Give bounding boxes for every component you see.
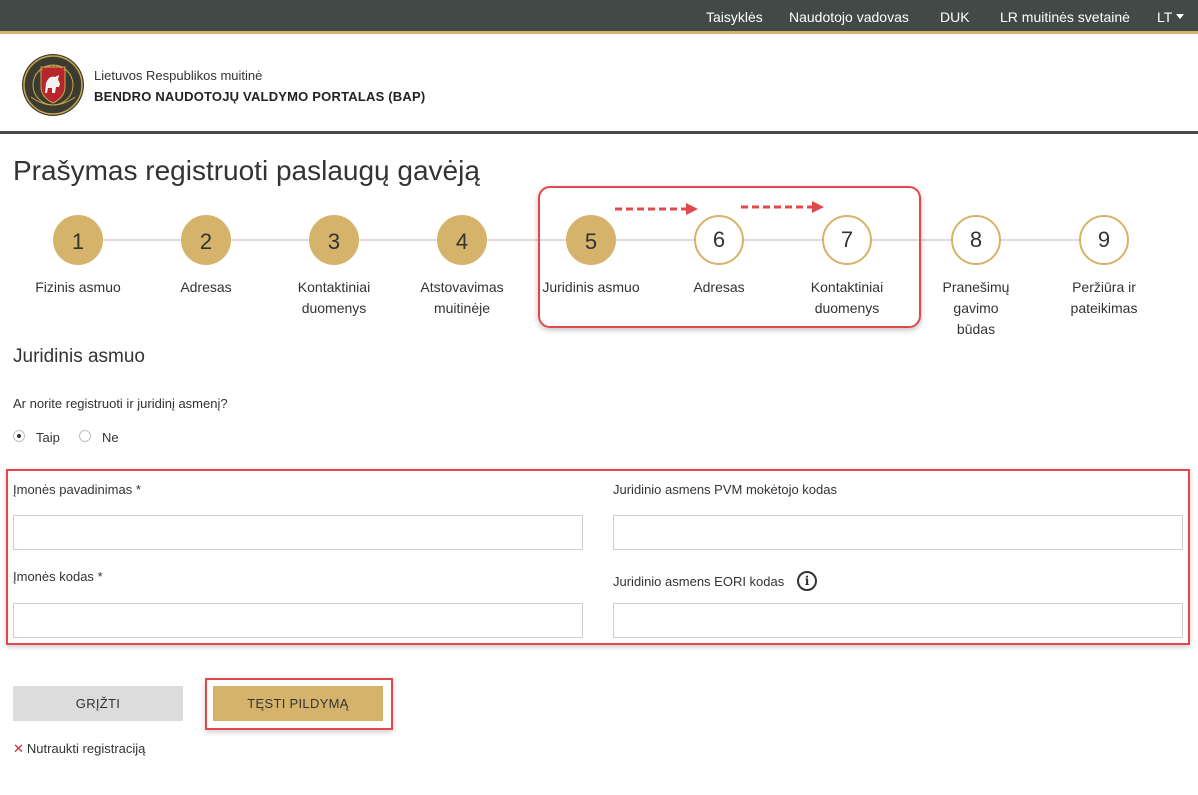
cancel-registration-link[interactable]: ✕ Nutraukti registraciją [13,741,145,757]
nav-link-rules[interactable]: Taisyklės [706,9,763,25]
required-marker: * [135,482,141,497]
required-marker: * [97,569,103,584]
top-navigation-bar: Taisyklės Naudotojo vadovas DUK LR muiti… [0,0,1198,34]
lithuanian-customs-emblem-icon[interactable] [21,53,85,117]
company-code-label: Įmonės kodas * [13,569,103,584]
step-9-label: Peržiūra ir pateikimas [1070,279,1138,316]
steps-highlight-annotation [538,186,921,328]
language-label: LT [1157,9,1173,25]
step-4-label: Atstovavimas muitinėje [420,279,504,316]
organization-name: Lietuvos Respublikos muitinė [94,68,263,83]
eori-code-label: Juridinio asmens EORI kodas [613,574,785,589]
page-title: Prašymas registruoti paslaugų gavėją [13,155,480,186]
radio-no-label[interactable]: Ne [102,430,119,445]
portal-header: Lietuvos Respublikos muitinė BENDRO NAUD… [0,37,1198,134]
company-name-input[interactable] [13,515,583,550]
step-3-label: Kontaktiniai duomenys [297,279,371,316]
section-title: Juridinis asmuo [13,346,145,367]
nav-link-user-guide[interactable]: Naudotojo vadovas [789,9,909,25]
chevron-down-icon [1176,14,1185,19]
info-icon[interactable]: i [797,571,817,591]
radio-no[interactable] [79,430,91,442]
close-icon: ✕ [13,741,24,756]
back-button[interactable]: GRĮŽTI [13,686,183,721]
nav-link-customs-website[interactable]: LR muitinės svetainė [1000,9,1130,25]
radio-yes[interactable] [13,430,25,442]
nav-link-faq[interactable]: DUK [940,9,970,25]
step-2-label: Adresas [180,279,232,295]
vat-code-input[interactable] [613,515,1183,550]
step-9-circle[interactable]: 9 [1079,215,1129,265]
eori-code-input[interactable] [613,603,1183,638]
company-name-label: Įmonės pavadinimas * [13,482,141,497]
step-2-circle[interactable]: 2 [181,215,231,265]
language-selector[interactable]: LT [1157,9,1185,25]
dashed-arrow-icon [615,203,698,215]
company-code-input[interactable] [13,603,583,638]
radio-yes-label[interactable]: Taip [36,430,60,445]
step-8-label: Pranešimų gavimo būdas [942,279,1010,337]
step-8-circle[interactable]: 8 [951,215,1001,265]
legal-entity-question: Ar norite registruoti ir juridinį asmenį… [13,396,228,411]
step-1-circle[interactable]: 1 [53,215,103,265]
continue-button[interactable]: TĘSTI PILDYMĄ [213,686,383,721]
vat-code-label: Juridinio asmens PVM mokėtojo kodas [613,482,837,497]
cancel-registration-label: Nutraukti registraciją [26,741,146,756]
portal-name: BENDRO NAUDOTOJŲ VALDYMO PORTALAS (BAP) [94,89,426,104]
step-4-circle[interactable]: 4 [437,215,487,265]
dashed-arrow-icon [741,201,824,213]
step-3-circle[interactable]: 3 [309,215,359,265]
step-1-label: Fizinis asmuo [35,279,121,295]
